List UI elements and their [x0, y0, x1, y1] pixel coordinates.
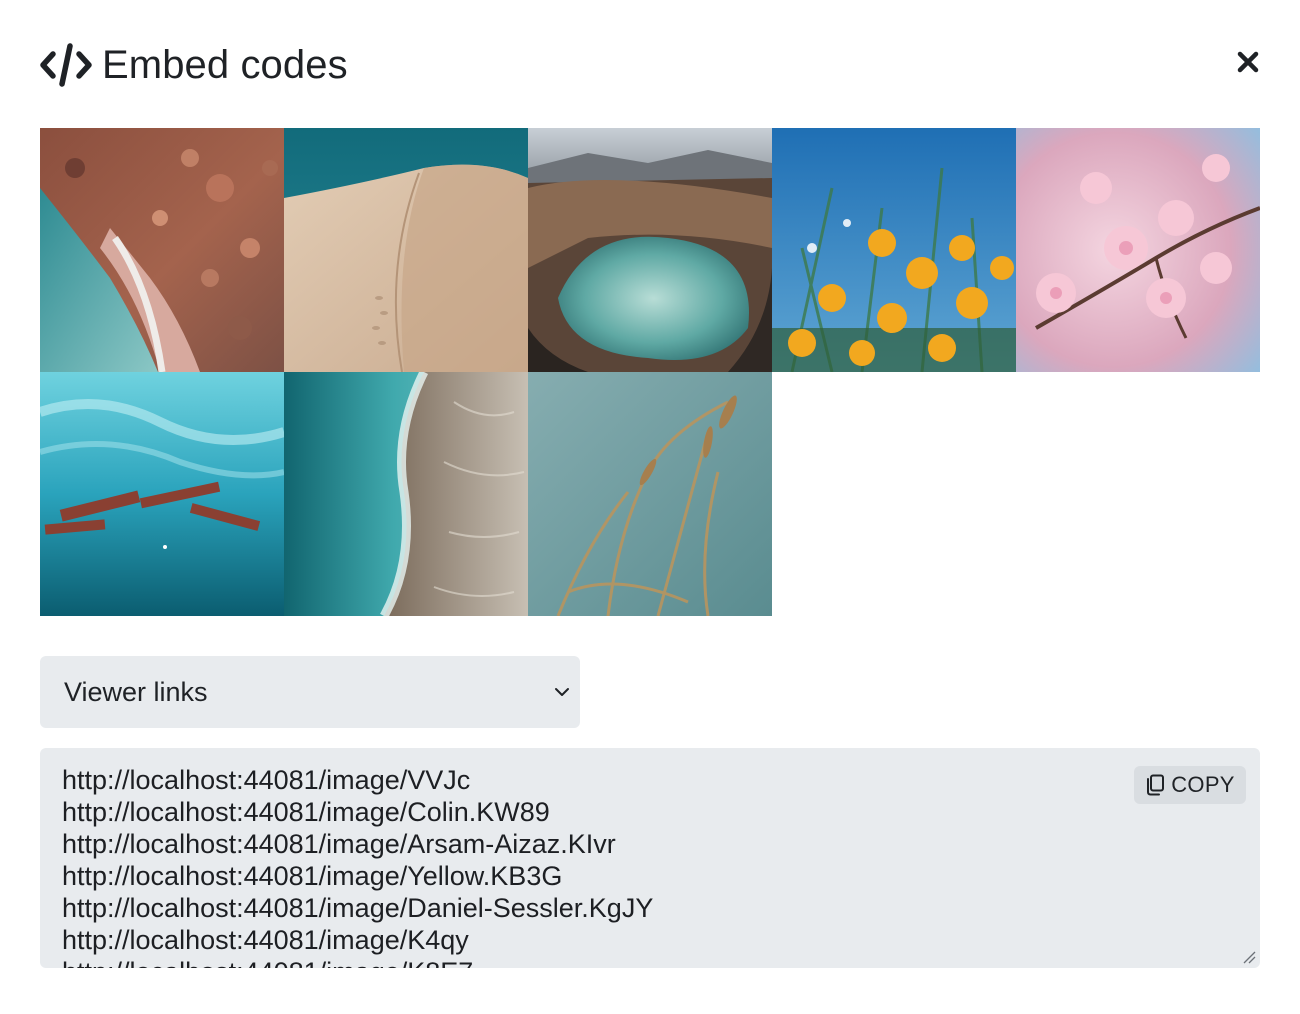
- copy-button[interactable]: COPY: [1134, 766, 1246, 804]
- embed-code-line: http://localhost:44081/image/K4qy: [62, 925, 469, 955]
- format-select[interactable]: Viewer links: [40, 656, 580, 728]
- image-gallery: [40, 128, 1260, 616]
- embed-codes-list: http://localhost:44081/image/VVJc http:/…: [62, 764, 653, 968]
- embed-codes-textarea[interactable]: http://localhost:44081/image/VVJc http:/…: [40, 748, 1260, 968]
- format-select-value: Viewer links: [64, 677, 208, 707]
- dialog-title-group: Embed codes: [40, 38, 348, 92]
- gallery-image-cherry-blossom[interactable]: [1016, 128, 1260, 372]
- resize-handle-icon[interactable]: [1242, 950, 1256, 964]
- embed-code-line: http://localhost:44081/image/Arsam-Aizaz…: [62, 829, 616, 859]
- gallery-image-crater-lake[interactable]: [528, 128, 772, 372]
- embed-code-line: http://localhost:44081/image/VVJc: [62, 765, 471, 795]
- close-icon[interactable]: [1234, 48, 1262, 76]
- code-icon: [40, 43, 92, 87]
- embed-codes-dialog: Embed codes Viewer links http://localhos…: [0, 0, 1300, 1014]
- gallery-image-yellow-flowers[interactable]: [772, 128, 1016, 372]
- gallery-image-shipwrecks[interactable]: [40, 372, 284, 616]
- dialog-title: Embed codes: [102, 43, 348, 87]
- embed-code-line: http://localhost:44081/image/K8E7: [62, 956, 653, 968]
- gallery-image-shoreline[interactable]: [284, 372, 528, 616]
- embed-code-line: http://localhost:44081/image/Daniel-Sess…: [62, 893, 654, 923]
- copy-icon: [1147, 774, 1165, 796]
- gallery-image-rocky-beach[interactable]: [40, 128, 284, 372]
- copy-button-label: COPY: [1171, 772, 1235, 797]
- dialog-header: Embed codes: [40, 38, 1262, 92]
- gallery-image-sand-dunes[interactable]: [284, 128, 528, 372]
- embed-code-line: http://localhost:44081/image/Yellow.KB3G: [62, 861, 563, 891]
- gallery-image-grass[interactable]: [528, 372, 772, 616]
- chevron-down-icon: [555, 688, 569, 696]
- embed-code-line: http://localhost:44081/image/Colin.KW89: [62, 797, 550, 827]
